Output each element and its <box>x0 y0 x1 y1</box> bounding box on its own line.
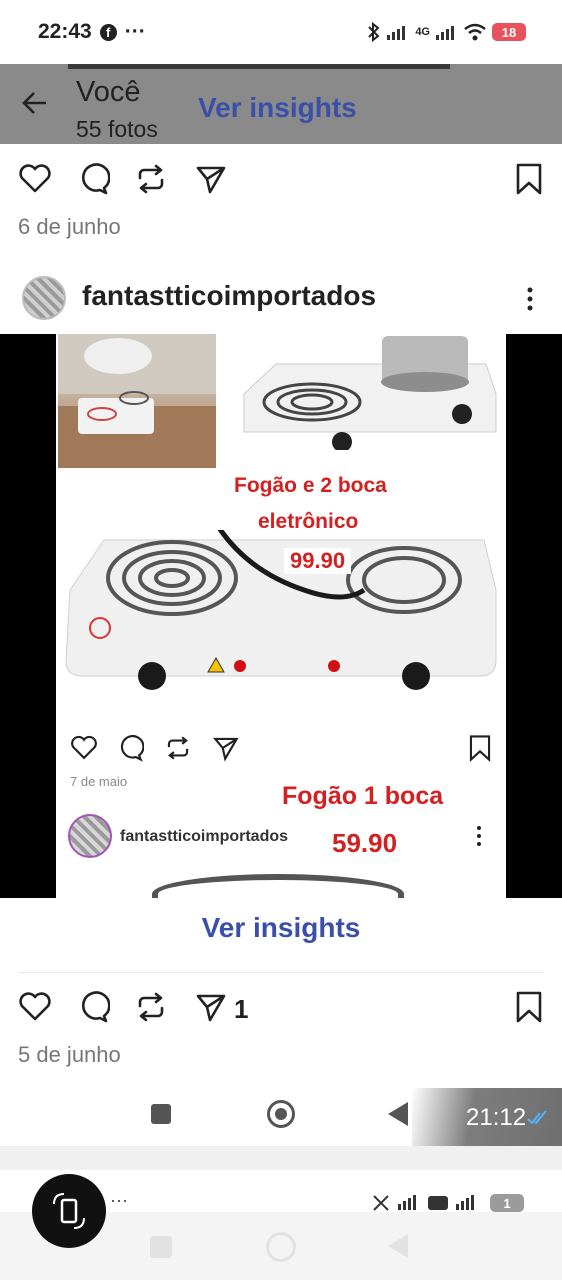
status-bar: 22:43 f ··· 4G 18 <box>0 0 562 64</box>
battery-indicator: 1 <box>490 1194 524 1212</box>
divider <box>18 972 544 973</box>
status-icons <box>373 1195 474 1211</box>
rotate-icon <box>53 1193 85 1229</box>
screenshot-username: fantastticoimportados <box>120 828 289 845</box>
double-check-icon <box>527 1110 547 1125</box>
share-icon[interactable] <box>194 990 228 1024</box>
message-time: 21:12 <box>466 1104 527 1131</box>
bluetooth-icon <box>368 22 380 42</box>
app-header: Você 55 fotos Ver insights <box>0 64 562 144</box>
rotate-screen-button[interactable] <box>32 1174 106 1248</box>
bookmark-icon[interactable] <box>512 990 546 1024</box>
share-icon <box>213 737 239 762</box>
image-strip <box>68 64 450 69</box>
post-actions <box>0 976 562 1036</box>
repost-icon[interactable] <box>134 990 168 1024</box>
status-time: 22:43 <box>38 20 92 43</box>
heart-icon[interactable] <box>18 990 52 1024</box>
network-type: 4G <box>415 26 430 38</box>
view-insights-link[interactable]: Ver insights <box>198 92 357 124</box>
home-button[interactable] <box>266 1232 296 1262</box>
status-more: ··· <box>110 1190 128 1210</box>
double-stove-photo <box>64 518 498 700</box>
back-button[interactable] <box>388 1102 408 1126</box>
status-icons: 4G 18 <box>367 22 526 42</box>
stove-photo-top <box>236 334 498 452</box>
bookmark-icon <box>469 735 491 762</box>
photo-count: 55 fotos <box>76 116 158 142</box>
post-image[interactable]: Fogão e 2 boca eletrônico 99.90 7 de mai… <box>0 334 562 898</box>
screenshot-actions <box>56 730 506 770</box>
view-insights-link[interactable]: Ver insights <box>0 912 562 944</box>
wifi-icon <box>464 23 486 41</box>
comment-icon <box>120 735 144 762</box>
kitchen-photo <box>58 334 216 468</box>
facebook-icon: f <box>99 23 117 41</box>
avatar <box>68 814 112 858</box>
comment-icon[interactable] <box>76 990 110 1024</box>
caption-title: Fogão e 2 boca <box>234 474 387 497</box>
price-double-stove: 99.90 <box>284 548 352 574</box>
heart-icon[interactable] <box>18 162 52 196</box>
signal-icon-2 <box>436 24 458 40</box>
more-options-icon <box>477 826 481 846</box>
battery-indicator: 18 <box>492 23 526 41</box>
more-options-icon[interactable] <box>520 284 540 314</box>
post-date: 6 de junho <box>18 214 121 239</box>
post-header: fantastticoimportados <box>0 266 562 330</box>
share-icon[interactable] <box>194 162 228 196</box>
avatar[interactable] <box>22 276 66 320</box>
price-single-stove: 59.90 <box>332 828 398 858</box>
recent-apps-button[interactable] <box>150 1236 172 1258</box>
product-ad-image: Fogão e 2 boca eletrônico 99.90 7 de mai… <box>56 334 506 898</box>
post-username[interactable]: fantastticoimportados <box>82 280 376 312</box>
comment-icon[interactable] <box>76 162 110 196</box>
stove-burner-edge <box>152 874 404 898</box>
screenshot-date: 7 de maio <box>70 774 128 789</box>
recent-apps-button[interactable] <box>151 1104 171 1124</box>
repost-icon <box>167 736 189 760</box>
post-actions <box>0 148 562 208</box>
repost-icon[interactable] <box>134 162 168 196</box>
bookmark-icon[interactable] <box>512 162 546 196</box>
heart-icon <box>71 735 97 760</box>
back-button[interactable] <box>388 1234 408 1258</box>
page-title: Você <box>76 76 141 108</box>
signal-icon <box>387 24 409 40</box>
status-more: ··· <box>124 20 146 43</box>
share-count: 1 <box>234 994 249 1024</box>
home-button[interactable] <box>267 1100 295 1128</box>
post-date: 5 de junho <box>18 1042 121 1067</box>
separator <box>0 1146 562 1170</box>
arrow-left-icon[interactable] <box>20 88 50 118</box>
caption-single-stove: Fogão 1 boca <box>282 782 444 810</box>
